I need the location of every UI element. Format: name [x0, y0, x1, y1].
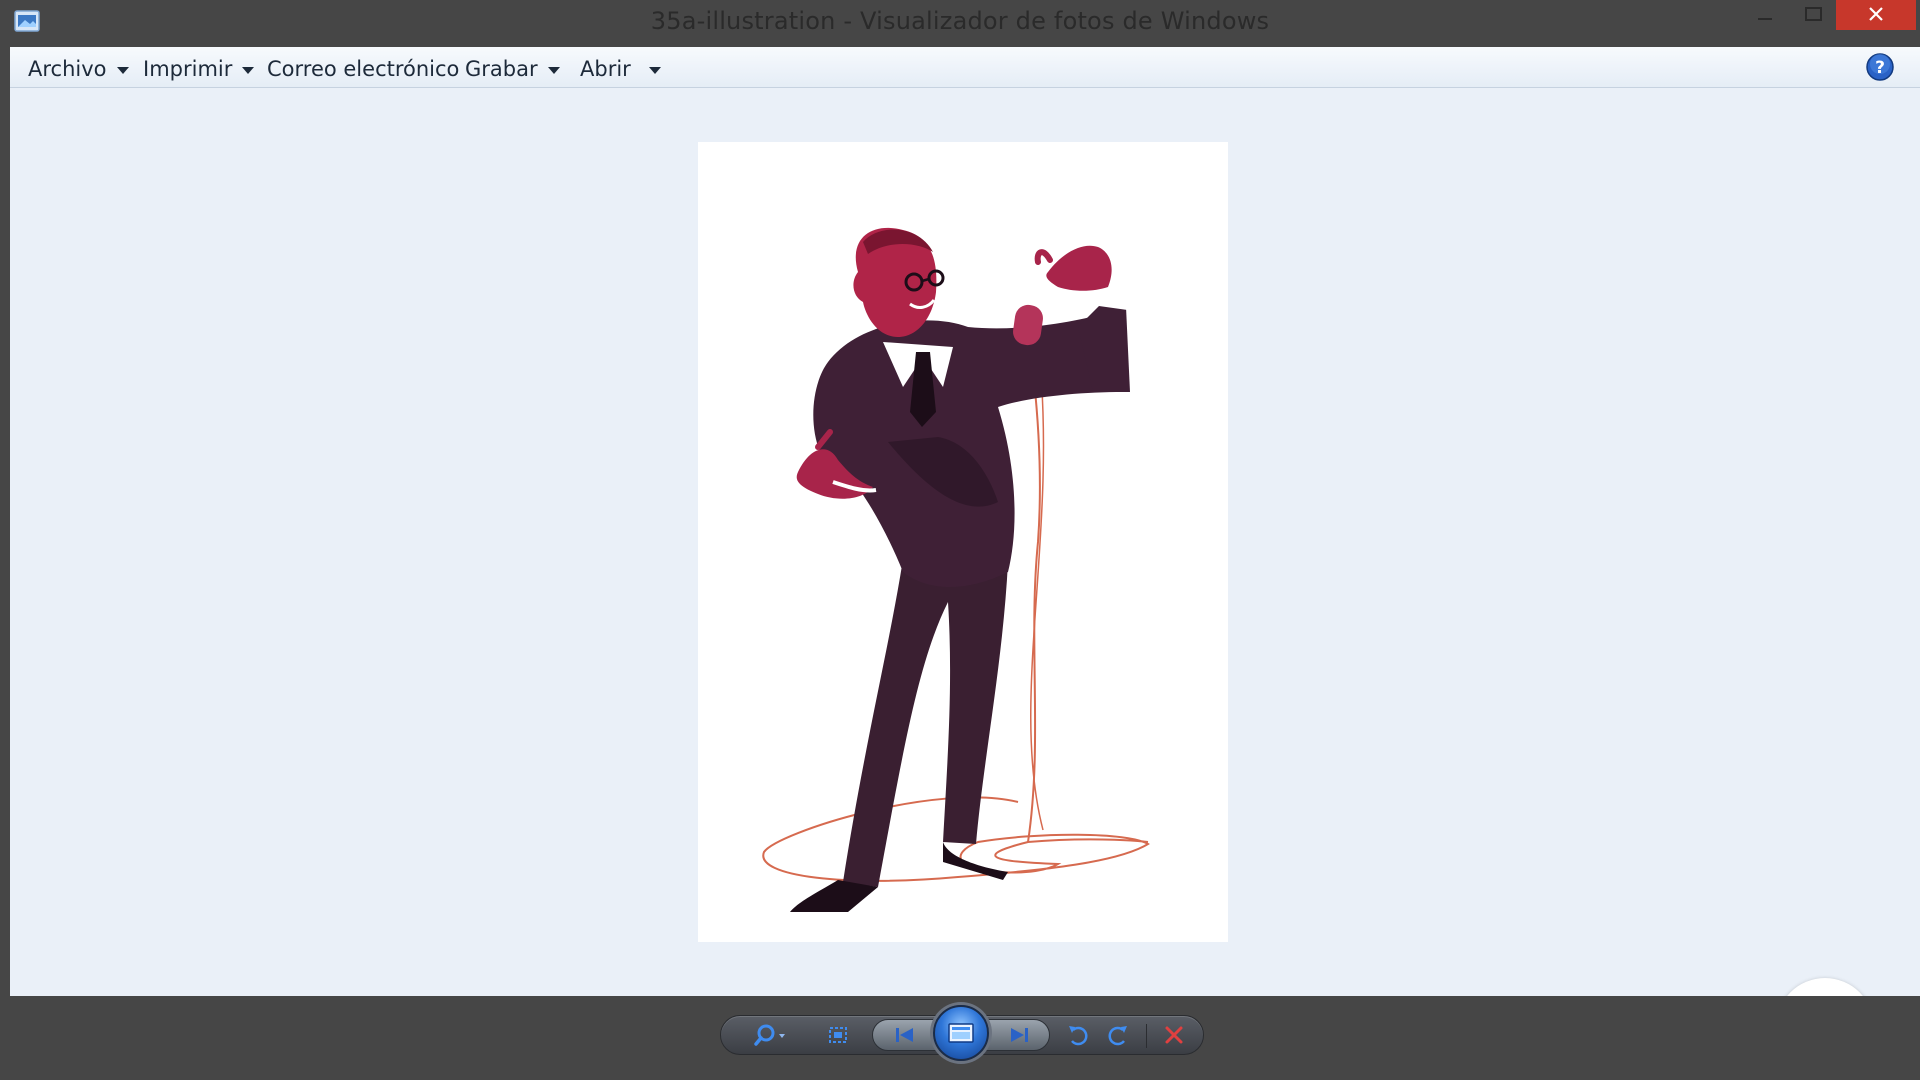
svg-text:?: ? — [1875, 58, 1885, 78]
rotate-left-button[interactable] — [1060, 1017, 1096, 1053]
zoom-icon — [754, 1024, 785, 1046]
previous-icon — [896, 1028, 913, 1042]
menu-correo-electronico[interactable]: Correo electrónico — [267, 56, 459, 82]
slideshow-icon — [948, 1023, 974, 1043]
minimize-icon — [1758, 18, 1772, 20]
dropdown-caret-icon — [242, 66, 255, 74]
dropdown-caret-icon — [547, 66, 560, 74]
help-icon[interactable]: ? — [1866, 53, 1894, 81]
menu-correo-label: Correo electrónico — [267, 57, 460, 81]
close-icon — [1869, 7, 1883, 21]
window-title: 35a-illustration - Visualizador de fotos… — [650, 7, 1270, 35]
menu-imprimir[interactable]: Imprimir — [143, 56, 255, 82]
zoom-button[interactable] — [748, 1017, 796, 1053]
actual-size-button[interactable] — [820, 1017, 856, 1053]
menu-abrir-label: Abrir — [580, 57, 631, 81]
menu-abrir[interactable]: Abrir — [580, 56, 661, 82]
rotate-left-icon — [1069, 1026, 1088, 1046]
next-button[interactable] — [1002, 1017, 1038, 1053]
illustration-singer-image — [762, 227, 1150, 912]
command-bar: Archivo Imprimir Correo electrónico Grab… — [10, 47, 1920, 88]
rotate-right-button[interactable] — [1100, 1017, 1136, 1053]
menu-imprimir-label: Imprimir — [143, 57, 233, 81]
menu-archivo[interactable]: Archivo — [28, 56, 129, 82]
client-area: Archivo Imprimir Correo electrónico Grab… — [10, 47, 1920, 1076]
slideshow-button[interactable] — [933, 1005, 989, 1061]
delete-button[interactable] — [1156, 1017, 1192, 1053]
rotate-right-icon — [1108, 1026, 1127, 1046]
image-viewport[interactable] — [10, 88, 1920, 1076]
menu-grabar[interactable]: Grabar — [465, 56, 560, 82]
maximize-button[interactable] — [1792, 0, 1834, 30]
menu-grabar-label: Grabar — [465, 57, 538, 81]
previous-button[interactable] — [886, 1017, 922, 1053]
menu-archivo-label: Archivo — [28, 57, 107, 81]
displayed-photo — [698, 142, 1228, 942]
toolbar-separator — [1146, 1024, 1147, 1048]
close-button[interactable] — [1836, 0, 1916, 30]
delete-icon — [1165, 1026, 1183, 1044]
dropdown-caret-icon — [116, 66, 129, 74]
dropdown-caret-icon — [648, 66, 661, 74]
minimize-button[interactable] — [1744, 0, 1786, 30]
actual-size-icon — [829, 1027, 847, 1043]
title-bar: 35a-illustration - Visualizador de fotos… — [0, 0, 1920, 47]
maximize-icon — [1805, 7, 1822, 21]
next-icon — [1011, 1028, 1028, 1042]
